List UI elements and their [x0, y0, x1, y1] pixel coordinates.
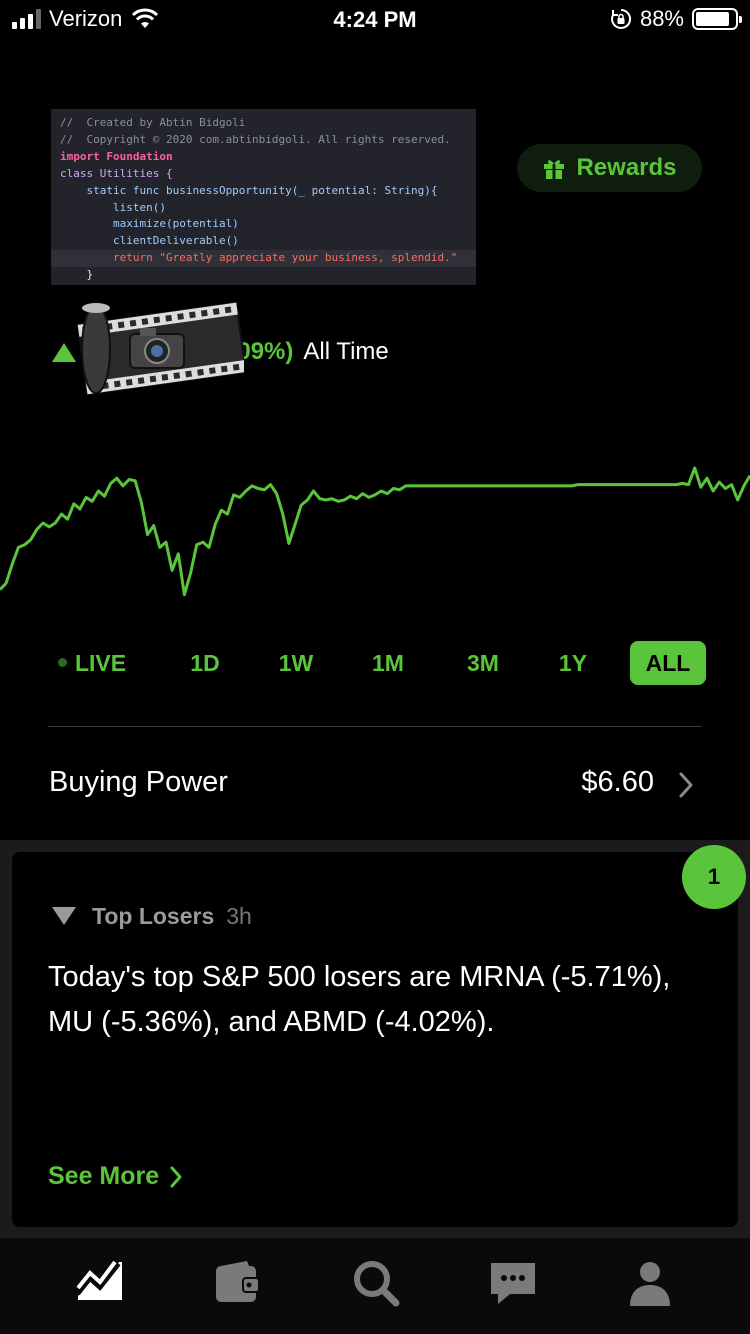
change-period: All Time	[303, 338, 389, 365]
buying-power-label[interactable]: Buying Power	[49, 766, 228, 799]
range-label: 3M	[467, 650, 499, 676]
code-line: // Copyright © 2020 com.abtinbidgoli. Al…	[60, 132, 451, 146]
card-header: Top Losers 3h	[52, 902, 252, 930]
range-1w[interactable]: 1W	[270, 641, 322, 685]
code-line: maximize(potential)	[60, 217, 239, 231]
range-label: ALL	[645, 650, 691, 676]
code-line: static func businessOpportunity(_ potent…	[60, 183, 438, 197]
gift-icon	[544, 160, 565, 179]
live-dot-icon	[57, 658, 67, 668]
chart-series-line	[0, 466, 750, 597]
battery-icon	[692, 8, 742, 30]
range-label: LIVE	[74, 650, 127, 676]
range-live[interactable]: LIVE	[52, 641, 132, 685]
range-1d[interactable]: 1D	[180, 641, 230, 685]
range-label: 1M	[372, 650, 404, 676]
bottom-tab-bar	[0, 1238, 750, 1334]
chevron-right-icon	[170, 1166, 182, 1187]
account-icon[interactable]	[625, 1258, 675, 1308]
rewards-label: Rewards	[576, 154, 677, 181]
status-bar: Verizon 4:24 PM 88%	[0, 0, 750, 40]
range-label: 1D	[190, 650, 220, 676]
code-line: listen()	[60, 200, 166, 214]
rewards-button[interactable]: Rewards	[517, 144, 702, 192]
range-1m[interactable]: 1M	[363, 641, 413, 685]
divider	[48, 726, 702, 727]
see-more-link[interactable]: See More	[48, 1162, 183, 1191]
search-icon[interactable]	[351, 1258, 401, 1308]
portfolio-line-chart[interactable]	[0, 440, 750, 620]
code-snippet-image: // Created by Abtin Bidgoli // Copyright…	[51, 109, 476, 285]
card-body-text: Today's top S&P 500 losers are MRNA (-5.…	[48, 961, 671, 1038]
messages-icon[interactable]	[488, 1258, 538, 1308]
card-count-badge[interactable]: 1	[682, 845, 746, 909]
range-3m[interactable]: 3M	[456, 641, 510, 685]
code-line: // Created by Abtin Bidgoli	[60, 116, 246, 129]
code-line: class Utilities {	[60, 166, 173, 180]
battery-percent: 88%	[639, 6, 684, 31]
code-line: import Foundation	[60, 149, 173, 163]
code-line: clientDeliverable()	[60, 234, 239, 248]
wallet-icon[interactable]	[213, 1258, 263, 1308]
chevron-right-icon[interactable]	[676, 770, 696, 800]
status-right: 88%	[610, 6, 742, 32]
see-more-label: See More	[48, 1162, 160, 1190]
range-label: 1W	[278, 650, 314, 676]
portfolio-chart-icon[interactable]	[75, 1258, 125, 1308]
film-camera-sticker	[76, 301, 244, 396]
card-timestamp: 3h	[226, 902, 252, 929]
rotation-lock-icon	[611, 8, 631, 29]
buying-power-value[interactable]: $6.60	[581, 766, 654, 799]
card-title: Top Losers	[92, 902, 215, 929]
range-all[interactable]: ALL	[630, 641, 706, 685]
code-line: return "Greatly appreciate your business…	[51, 250, 476, 268]
code-line: }	[60, 268, 94, 282]
collapse-triangle-icon[interactable]	[52, 907, 76, 925]
range-1y[interactable]: 1Y	[550, 641, 596, 685]
time-range-selector: LIVE 1D 1W 1M 3M 1Y ALL	[48, 641, 708, 685]
range-label: 1Y	[558, 650, 588, 676]
